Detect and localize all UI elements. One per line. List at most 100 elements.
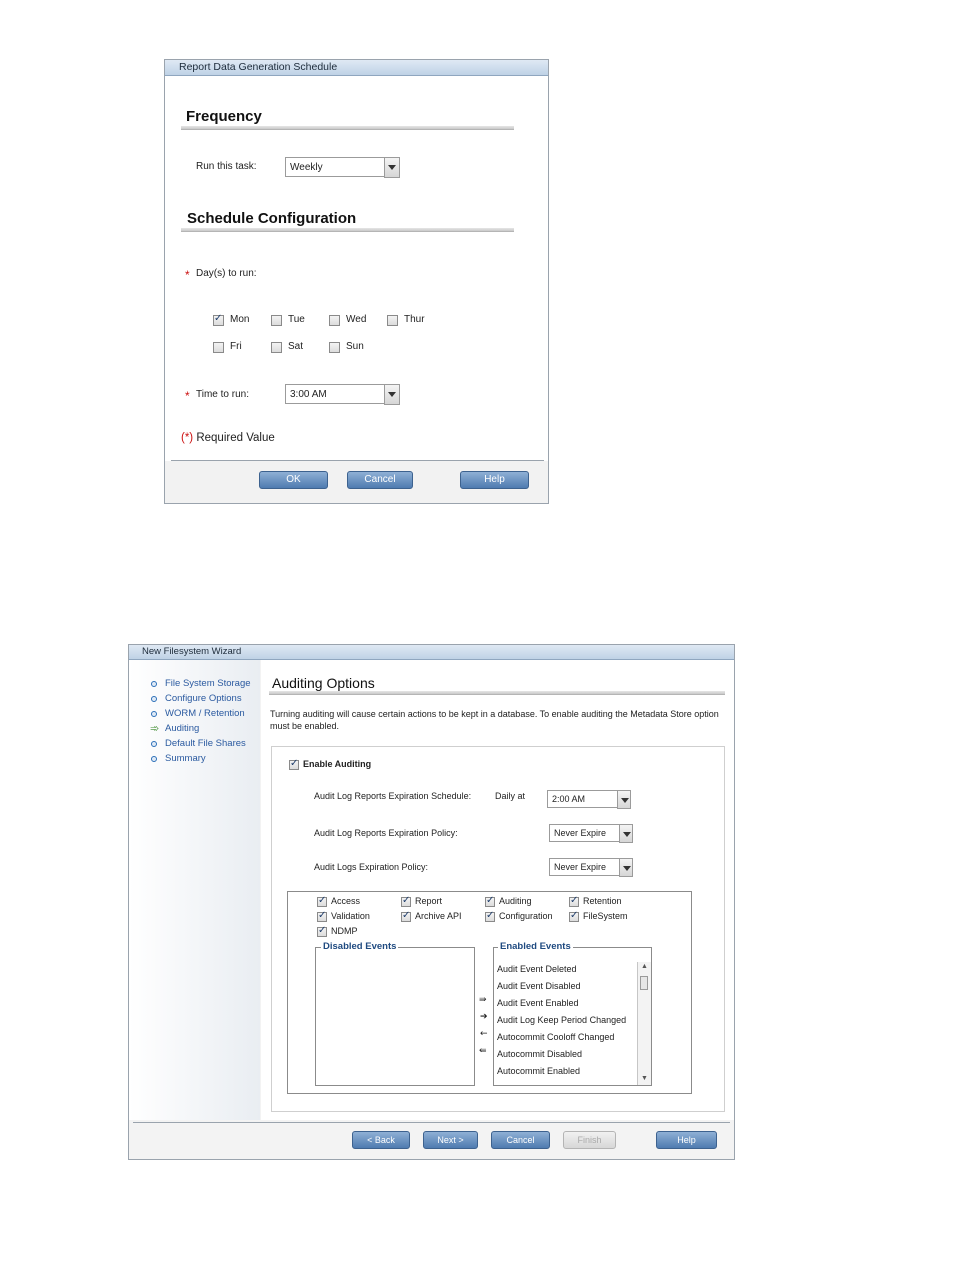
run-task-value: Weekly [290,162,323,173]
nav-step-summary[interactable]: Summary [165,753,206,764]
day-label: Thur [404,314,425,325]
scroll-down-icon[interactable]: ▼ [641,1075,648,1082]
section-divider [181,228,514,232]
section-divider [269,691,725,695]
run-task-label: Run this task: [196,161,257,172]
category-checkbox-validation[interactable] [317,910,327,922]
schedule-config-heading: Schedule Configuration [187,210,357,227]
category-checkbox-archive-api[interactable] [401,910,411,922]
help-button[interactable]: Help [460,471,529,489]
ok-button[interactable]: OK [259,471,328,489]
section-divider [181,126,514,130]
list-item[interactable]: Audit Event Disabled [497,981,581,991]
enable-auditing-label: Enable Auditing [303,759,372,769]
day-checkbox-mon[interactable] [213,313,224,326]
auditing-heading: Auditing Options [272,675,375,691]
day-checkbox-wed[interactable] [329,315,340,326]
dialog-title: Report Data Generation Schedule [165,60,548,76]
time-select[interactable]: 3:00 AM [285,384,400,405]
list-item[interactable]: Audit Event Deleted [497,964,577,974]
logs-policy-value: Never Expire [554,862,607,872]
enabled-events-list[interactable]: Audit Event Deleted Audit Event Disabled A… [493,947,652,1086]
category-label: FileSystem [583,911,628,921]
time-label: Time to run: [196,389,249,400]
move-right-icon[interactable]: ➔ [480,1012,488,1022]
category-checkbox-auditing[interactable] [485,895,495,907]
chevron-down-icon[interactable] [619,824,633,843]
chevron-down-icon[interactable] [384,157,400,178]
list-item[interactable]: Autocommit Disabled [497,1049,582,1059]
category-checkbox-access[interactable] [317,895,327,907]
move-all-left-icon[interactable]: ⇚ [479,1046,487,1056]
nav-step-worm-retention[interactable]: WORM / Retention [165,708,245,719]
list-item[interactable]: Autocommit Cooloff Changed [497,1032,614,1042]
day-checkbox-sun[interactable] [329,342,340,353]
run-task-select[interactable]: Weekly [285,157,400,178]
schedule-select[interactable]: 2:00 AM [547,790,631,809]
step-bullet-icon [151,696,157,702]
help-button[interactable]: Help [656,1131,717,1149]
scroll-up-icon[interactable]: ▲ [641,963,648,970]
category-checkbox-configuration[interactable] [485,910,495,922]
nav-step-default-file-shares[interactable]: Default File Shares [165,738,246,749]
back-button[interactable]: < Back [352,1131,410,1149]
disabled-events-title: Disabled Events [321,941,399,952]
list-item[interactable]: Audit Event Enabled [497,998,579,1008]
day-checkbox-fri[interactable] [213,342,224,353]
step-bullet-icon [151,681,157,687]
day-label: Wed [346,314,367,325]
schedule-dialog: Report Data Generation Schedule Frequenc… [164,59,549,504]
required-text: Required Value [193,432,275,444]
logs-policy-select[interactable]: Never Expire [549,858,633,877]
day-label: Mon [230,314,250,325]
reports-policy-select[interactable]: Never Expire [549,824,633,843]
category-label: Validation [331,911,370,921]
events-scrollbar[interactable]: ▲ ▼ [637,962,651,1085]
schedule-value: 2:00 AM [552,794,586,804]
next-button[interactable]: Next > [423,1131,478,1149]
enable-auditing-checkbox[interactable] [289,758,299,770]
nav-step-configure-options[interactable]: Configure Options [165,693,242,704]
list-item[interactable]: Audit Log Keep Period Changed [497,1015,626,1025]
days-label: Day(s) to run: [196,268,257,279]
move-all-right-icon[interactable]: ⇛ [479,995,487,1005]
category-checkbox-filesystem[interactable] [569,910,579,922]
required-marker: (*) [181,432,194,444]
category-checkbox-retention[interactable] [569,895,579,907]
cancel-button[interactable]: Cancel [347,471,413,489]
list-item[interactable]: Autocommit Enabled [497,1066,580,1076]
chevron-down-icon[interactable] [617,790,631,809]
auditing-description: Turning auditing will cause certain acti… [270,709,719,731]
day-label: Tue [288,314,305,325]
finish-button: Finish [563,1131,616,1149]
frequency-heading: Frequency [186,108,262,125]
category-checkbox-ndmp[interactable] [317,925,327,937]
step-bullet-icon [151,741,157,747]
required-asterisk: * [185,389,190,403]
move-left-icon[interactable]: ← [480,1029,488,1039]
cancel-button[interactable]: Cancel [491,1131,550,1149]
category-label: Report [415,896,443,906]
chevron-down-icon[interactable] [619,858,633,877]
category-checkbox-report[interactable] [401,895,411,907]
category-label: Archive API [415,911,462,921]
enabled-events-title: Enabled Events [498,941,573,952]
chevron-down-icon[interactable] [384,384,400,405]
category-label: Retention [583,896,622,906]
nav-step-auditing[interactable]: Auditing [165,723,199,734]
step-bullet-icon [151,711,157,717]
category-label: Access [331,896,361,906]
day-checkbox-thur[interactable] [387,315,398,326]
schedule-label: Audit Log Reports Expiration Schedule: [314,791,472,801]
nav-step-file-system-storage[interactable]: File System Storage [165,678,251,689]
day-label: Fri [230,341,242,352]
time-value: 3:00 AM [290,389,327,400]
day-checkbox-sat[interactable] [271,342,282,353]
schedule-prefix: Daily at [495,791,526,801]
category-label: Auditing [499,896,532,906]
wizard-title: New Filesystem Wizard [129,645,734,660]
disabled-events-list[interactable] [315,947,475,1086]
day-checkbox-tue[interactable] [271,315,282,326]
step-bullet-icon [151,756,157,762]
scroll-thumb[interactable] [640,976,648,990]
